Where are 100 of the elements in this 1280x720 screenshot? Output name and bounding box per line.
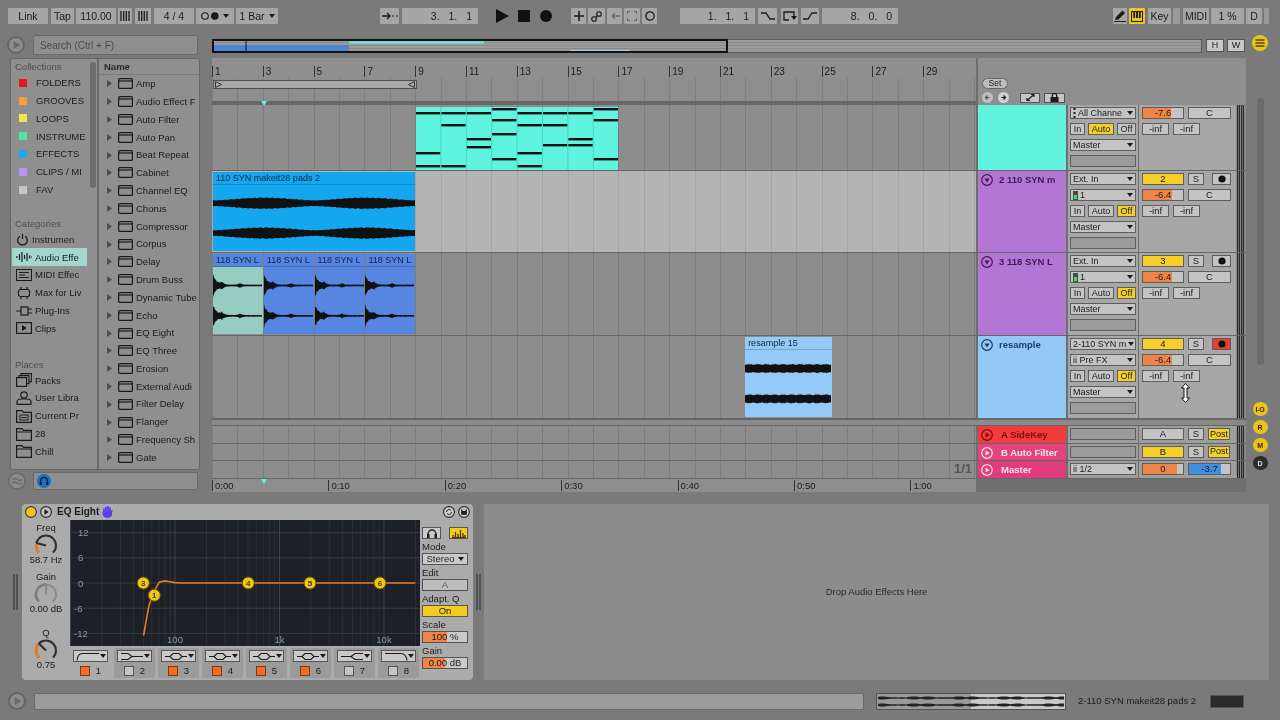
collection-item[interactable]: CLIPS / MI: [12, 163, 87, 181]
send-control[interactable]: -inf: [1142, 370, 1169, 382]
metronome-button[interactable]: [196, 8, 234, 24]
track-name[interactable]: 3 118 SYN L: [999, 256, 1053, 268]
collection-item[interactable]: GROOVES: [12, 91, 87, 110]
filter-type-dropdown[interactable]: [117, 650, 152, 662]
quantization-dropdown[interactable]: 1 Bar: [236, 8, 278, 24]
browser-item[interactable]: Amp: [99, 75, 199, 93]
category-item[interactable]: Audio Effe: [12, 248, 87, 267]
band-toggle[interactable]: [167, 665, 178, 676]
browser-item[interactable]: Channel EQ: [99, 181, 199, 200]
output-dropdown[interactable]: Master: [1070, 303, 1136, 315]
position-field[interactable]: 3. 1. 1: [402, 8, 478, 24]
filter-type-dropdown[interactable]: [293, 650, 328, 662]
monitor-button[interactable]: Auto: [1088, 205, 1114, 217]
output-dropdown[interactable]: ii 1/2: [1070, 463, 1136, 475]
band-handle[interactable]: 5: [303, 576, 317, 590]
browser-item[interactable]: Chorus: [99, 199, 199, 218]
filter-type-dropdown[interactable]: [337, 650, 372, 662]
solo-button[interactable]: S: [1188, 173, 1204, 185]
filter-type-dropdown[interactable]: [381, 650, 416, 662]
save-icon[interactable]: [458, 506, 470, 518]
search-field[interactable]: Search (Ctrl + F): [33, 35, 198, 55]
track-activator-button[interactable]: 3: [1142, 255, 1184, 267]
audio-clip[interactable]: 118 SYN L: [213, 254, 263, 334]
browser-item[interactable]: Auto Filter: [99, 110, 199, 129]
filter-type-dropdown[interactable]: [249, 650, 284, 662]
pan-control[interactable]: C: [1188, 189, 1231, 201]
send-control[interactable]: -inf: [1173, 123, 1200, 135]
loop-button[interactable]: [781, 8, 798, 24]
input-channel-dropdown[interactable]: 1: [1070, 189, 1136, 201]
category-item[interactable]: Clips: [12, 319, 87, 338]
band-toggle[interactable]: [299, 665, 310, 676]
track-activator-button[interactable]: 4: [1142, 338, 1184, 350]
track-name[interactable]: Master: [1001, 464, 1032, 477]
browser-item[interactable]: EQ Eight: [99, 324, 199, 342]
browser-item[interactable]: Flanger: [99, 413, 199, 431]
track-name[interactable]: 2 110 SYN m: [999, 174, 1056, 186]
band-toggle[interactable]: [211, 665, 222, 676]
browser-item[interactable]: Filter Delay: [99, 395, 199, 414]
automation-button[interactable]: [588, 8, 605, 24]
return-track-header[interactable]: Master: [978, 461, 1066, 478]
q-knob[interactable]: [34, 639, 58, 660]
cpu-meter-button[interactable]: 1 %: [1211, 8, 1244, 24]
monitor-button[interactable]: Off: [1117, 123, 1136, 135]
punch-in-button[interactable]: [758, 8, 777, 24]
browser-item[interactable]: Echo: [99, 306, 199, 325]
collection-item[interactable]: FAV: [12, 180, 87, 199]
volume-slider[interactable]: -7.6: [1142, 107, 1184, 119]
output-dropdown[interactable]: Master: [1070, 139, 1136, 151]
send-control[interactable]: -inf: [1173, 205, 1200, 217]
input-type-dropdown[interactable]: Ext. In: [1070, 255, 1136, 267]
input-type-dropdown[interactable]: 2-110 SYN m: [1070, 338, 1136, 350]
category-item[interactable]: Plug-Ins: [12, 301, 87, 320]
loop-brace[interactable]: [213, 80, 418, 89]
place-item[interactable]: Current Pr: [12, 406, 87, 425]
browser-item[interactable]: EQ Three: [99, 341, 199, 360]
play-button[interactable]: [496, 8, 509, 24]
track-activator-button[interactable]: 2: [1142, 173, 1184, 185]
solo-button[interactable]: S: [1188, 428, 1204, 440]
fold-icon[interactable]: [981, 174, 993, 186]
output-channel-field[interactable]: [1070, 402, 1136, 414]
browser-item[interactable]: Auto Pan: [99, 128, 199, 147]
volume-slider[interactable]: -6.4: [1142, 189, 1184, 201]
scrollbar[interactable]: [90, 62, 96, 188]
width-button[interactable]: W: [1227, 39, 1245, 52]
audio-clip[interactable]: 118 SYN L: [263, 254, 314, 334]
browser-item[interactable]: Erosion: [99, 359, 199, 378]
browser-item[interactable]: Gate: [99, 448, 199, 467]
adaptive-q-button[interactable]: On: [422, 605, 468, 617]
tempo-field[interactable]: 110.00: [76, 8, 116, 24]
monitor-button[interactable]: Off: [1117, 205, 1136, 217]
overdub-button[interactable]: [571, 8, 586, 24]
monitor-button[interactable]: In: [1070, 123, 1085, 135]
send-control[interactable]: -inf: [1142, 287, 1169, 299]
fold-icon[interactable]: [981, 339, 993, 351]
headphones-icon[interactable]: [37, 474, 51, 488]
arm-button[interactable]: [1212, 255, 1231, 267]
time-signature-field[interactable]: 4 / 4: [154, 8, 194, 24]
listen-button[interactable]: [422, 527, 441, 539]
track-name[interactable]: resample: [999, 339, 1041, 351]
input-channel-dropdown[interactable]: All Channe: [1070, 107, 1136, 119]
collection-item[interactable]: LOOPS: [12, 109, 87, 128]
band-toggle[interactable]: [387, 665, 398, 676]
input-channel-dropdown[interactable]: 1: [1070, 271, 1136, 283]
mode-dropdown[interactable]: Stereo: [422, 553, 468, 565]
key-map-button[interactable]: Key: [1148, 8, 1171, 24]
collection-item[interactable]: FOLDERS: [12, 74, 87, 92]
monitor-button[interactable]: Auto: [1088, 123, 1114, 135]
place-item[interactable]: 28: [12, 424, 87, 443]
tap-button[interactable]: Tap: [51, 8, 74, 24]
play-circle-icon[interactable]: [40, 506, 52, 518]
browser-item[interactable]: Corpus: [99, 235, 199, 253]
eq-graph[interactable]: 12 6 0 -6 -12 100 1k 10k 3 1 4 5 6: [70, 520, 420, 646]
solo-button[interactable]: S: [1188, 338, 1204, 350]
send-control[interactable]: -inf: [1142, 123, 1169, 135]
input-type-dropdown[interactable]: Ext. In: [1070, 173, 1136, 185]
output-channel-field[interactable]: [1070, 237, 1136, 249]
audio-clip[interactable]: 110 SYN makeit28 pads 2: [213, 172, 416, 251]
power-button[interactable]: [25, 506, 37, 518]
